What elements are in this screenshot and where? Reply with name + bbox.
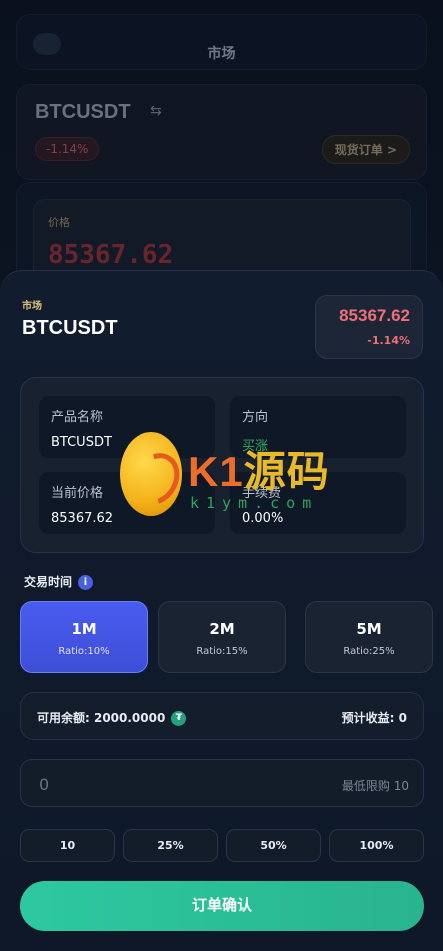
period-label: 1M (71, 620, 97, 638)
info-icon[interactable]: i (78, 575, 94, 590)
available-balance: 可用余额: 2000.0000 (37, 711, 166, 725)
expected-profit: 预计收益: 0 (341, 711, 407, 725)
spot-order-button[interactable]: 现货订单 > (321, 135, 410, 164)
period-1m[interactable]: 1M Ratio:10% (20, 601, 148, 673)
page-title: 市场 (207, 46, 236, 62)
amount-input[interactable] (39, 772, 239, 796)
confirm-order-button[interactable]: 订单确认 (20, 881, 424, 931)
watermark-logo-icon (120, 432, 182, 516)
change-badge: -1.14% (35, 137, 100, 161)
direction-label: 方向 (242, 410, 269, 425)
balance-row: 可用余额: 2000.0000 ₮ 预计收益: 0 (20, 692, 424, 740)
sheet-change: -1.14% (367, 334, 410, 347)
switch-icon[interactable]: ⇆ (150, 103, 162, 119)
min-purchase: 最低限购 10 (341, 779, 409, 793)
period-ratio: Ratio:15% (196, 646, 248, 657)
page: 市场 BTCUSDT ⇆ -1.14% 现货订单 > 价格 85367.62 市… (0, 0, 443, 951)
usdt-icon: ₮ (171, 711, 187, 726)
watermark-url: k1ym.com (190, 494, 319, 512)
pair-card: BTCUSDT ⇆ -1.14% 现货订单 > (16, 84, 427, 180)
watermark: K1源码 k1ym.com (120, 432, 330, 522)
market-label: 市场 (22, 301, 42, 312)
period-label: 5M (356, 620, 382, 638)
period-label: 2M (209, 620, 235, 638)
price-label: 价格 (48, 216, 70, 229)
quick-amount-100[interactable]: 100% (329, 829, 424, 862)
product-label: 产品名称 (51, 410, 104, 425)
market-symbol: BTCUSDT (22, 317, 118, 339)
top-bar: 市场 (16, 14, 427, 70)
background-layer: 市场 BTCUSDT ⇆ -1.14% 现货订单 > 价格 85367.62 (0, 0, 443, 300)
watermark-brand: K1源码 (188, 438, 330, 499)
price-value: 85367.62 (48, 240, 174, 270)
order-sheet: 市场 BTCUSDT 85367.62 -1.14% 产品名称 BTCUSDT … (0, 270, 443, 951)
watermark-brand-latin: K1 (188, 448, 244, 495)
quick-amount-50[interactable]: 50% (226, 829, 321, 862)
period-selector: 1M Ratio:10% 2M Ratio:15% 5M Ratio:25% (20, 601, 443, 675)
quick-amount-10[interactable]: 10 (20, 829, 115, 862)
price-box: 85367.62 -1.14% (315, 295, 423, 359)
quick-amount-25[interactable]: 25% (123, 829, 218, 862)
trade-time-heading: 交易时间 i (24, 573, 94, 590)
amount-field: 最低限购 10 (20, 759, 424, 807)
watermark-brand-cn: 源码 (243, 448, 330, 495)
period-5m[interactable]: 5M Ratio:25% (305, 601, 433, 673)
period-ratio: Ratio:10% (58, 646, 110, 657)
period-2m[interactable]: 2M Ratio:15% (158, 601, 286, 673)
trade-time-label: 交易时间 (24, 575, 73, 589)
period-ratio: Ratio:25% (343, 646, 395, 657)
balance-group: 可用余额: 2000.0000 ₮ (37, 709, 187, 726)
sheet-price: 85367.62 (339, 306, 410, 325)
pair-symbol: BTCUSDT (35, 101, 131, 123)
